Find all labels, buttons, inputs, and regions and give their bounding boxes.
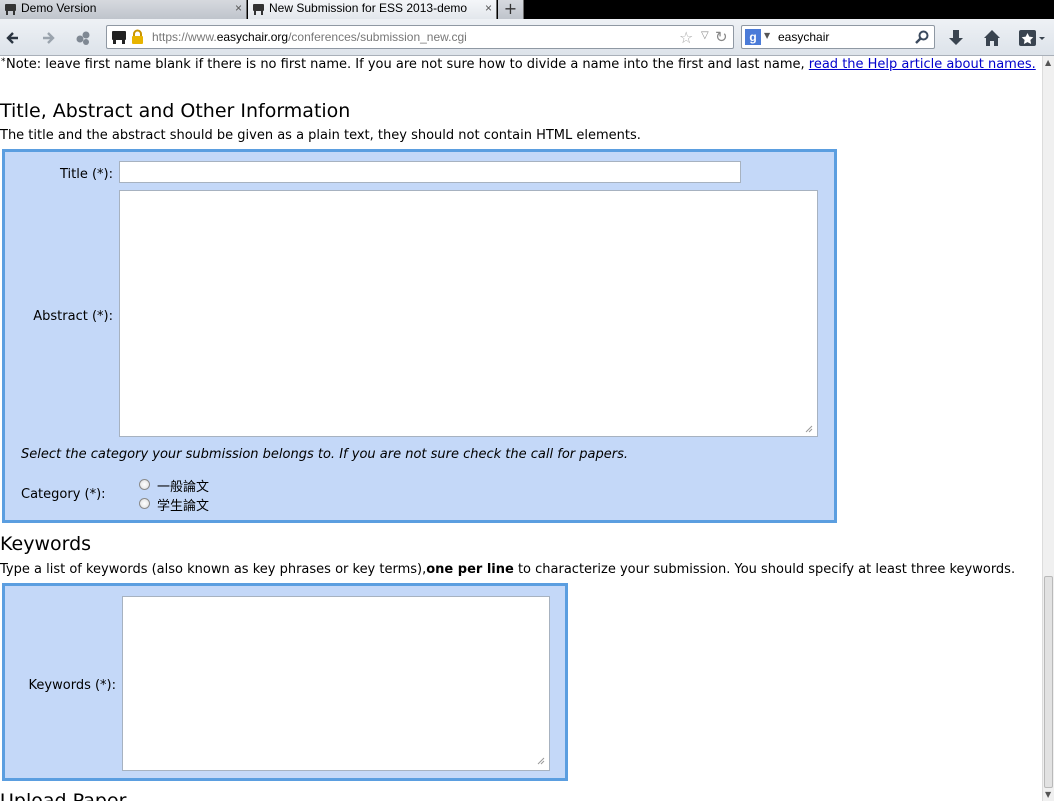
- keywords-desc-pre: Type a list of keywords (also known as k…: [0, 562, 427, 577]
- addons-icon[interactable]: [72, 27, 94, 49]
- name-note: * Note: leave first name blank if there …: [0, 56, 1040, 73]
- url-bar[interactable]: https://www.easychair.org/conferences/su…: [106, 25, 734, 49]
- section-title: Title, Abstract and Other Information: [0, 100, 351, 122]
- navigation-bar: https://www.easychair.org/conferences/su…: [0, 19, 1054, 56]
- note-asterisk: *: [1, 57, 6, 67]
- category-radio-student[interactable]: [139, 498, 150, 509]
- title-label: Title (*):: [59, 167, 113, 182]
- keywords-textarea[interactable]: [122, 596, 550, 771]
- search-engine-icon[interactable]: g: [745, 29, 761, 45]
- tab-label: New Submission for ESS 2013-demo: [269, 1, 468, 15]
- category-label: Category (*):: [21, 487, 106, 502]
- forward-icon[interactable]: [37, 27, 59, 49]
- search-bar[interactable]: g ▼ easychair: [741, 25, 935, 49]
- easychair-favicon-icon: [253, 4, 264, 15]
- abstract-textarea[interactable]: [119, 190, 818, 437]
- tab-label: Demo Version: [21, 1, 97, 15]
- category-option-general: 一般論文: [157, 480, 210, 495]
- reload-icon[interactable]: ↻: [715, 28, 728, 46]
- scroll-down-icon[interactable]: ▼: [1045, 790, 1051, 799]
- page-content: * Note: leave first name blank if there …: [0, 56, 1042, 801]
- new-tab-button[interactable]: +: [498, 0, 524, 19]
- category-option-student: 学生論文: [157, 499, 210, 514]
- url-prefix: https://www.: [152, 30, 217, 44]
- scroll-up-icon[interactable]: ▲: [1045, 58, 1051, 67]
- url-path: /conferences/submission_new.cgi: [288, 30, 467, 44]
- category-radio-general[interactable]: [139, 479, 150, 490]
- keywords-desc-bold: one per line: [426, 562, 514, 577]
- title-input[interactable]: [119, 161, 741, 183]
- tab-new-submission[interactable]: New Submission for ESS 2013-demo ×: [248, 0, 497, 19]
- easychair-favicon-icon: [5, 4, 16, 15]
- note-text: Note: leave first name blank if there is…: [6, 57, 809, 72]
- bookmark-star-icon[interactable]: ☆: [679, 28, 693, 47]
- keywords-desc-post: to characterize your submission. You sho…: [513, 562, 1016, 577]
- chevron-down-icon[interactable]: ▼: [764, 31, 770, 40]
- tab-strip: Demo Version × New Submission for ESS 20…: [0, 0, 1054, 19]
- category-hint: Select the category your submission belo…: [21, 447, 628, 462]
- url-text[interactable]: https://www.easychair.org/conferences/su…: [152, 30, 467, 44]
- keywords-title: Keywords: [0, 533, 92, 555]
- keywords-description: Type a list of keywords (also known as k…: [0, 562, 1015, 577]
- url-dropdown-icon[interactable]: ▽: [701, 30, 709, 41]
- site-identity-icon[interactable]: [111, 29, 127, 45]
- scrollbar-thumb[interactable]: [1044, 576, 1053, 788]
- download-icon[interactable]: [945, 27, 967, 49]
- abstract-label: Abstract (*):: [33, 309, 113, 324]
- bookmarks-menu-icon[interactable]: [1017, 27, 1047, 49]
- tab-demo-version[interactable]: Demo Version ×: [0, 0, 247, 19]
- resize-grip-icon[interactable]: [537, 757, 545, 765]
- title-abstract-form: Title (*): Abstract (*): Select the cate…: [2, 149, 837, 523]
- help-names-link[interactable]: read the Help article about names.: [809, 57, 1036, 72]
- home-icon[interactable]: [981, 27, 1003, 49]
- upload-paper-title: Upload Paper: [0, 790, 127, 801]
- keywords-form: Keywords (*):: [2, 583, 568, 781]
- keywords-label: Keywords (*):: [28, 678, 116, 693]
- page-scrollbar[interactable]: ▲ ▼: [1042, 56, 1054, 801]
- lock-icon: [132, 29, 143, 44]
- close-tab-icon[interactable]: ×: [235, 0, 242, 17]
- section-description: The title and the abstract should be giv…: [0, 128, 641, 143]
- search-input[interactable]: easychair: [778, 30, 829, 44]
- resize-grip-icon[interactable]: [805, 425, 813, 433]
- search-icon[interactable]: [914, 29, 930, 45]
- close-tab-icon[interactable]: ×: [485, 0, 492, 17]
- url-domain: easychair.org: [216, 30, 289, 44]
- back-icon[interactable]: [3, 27, 25, 49]
